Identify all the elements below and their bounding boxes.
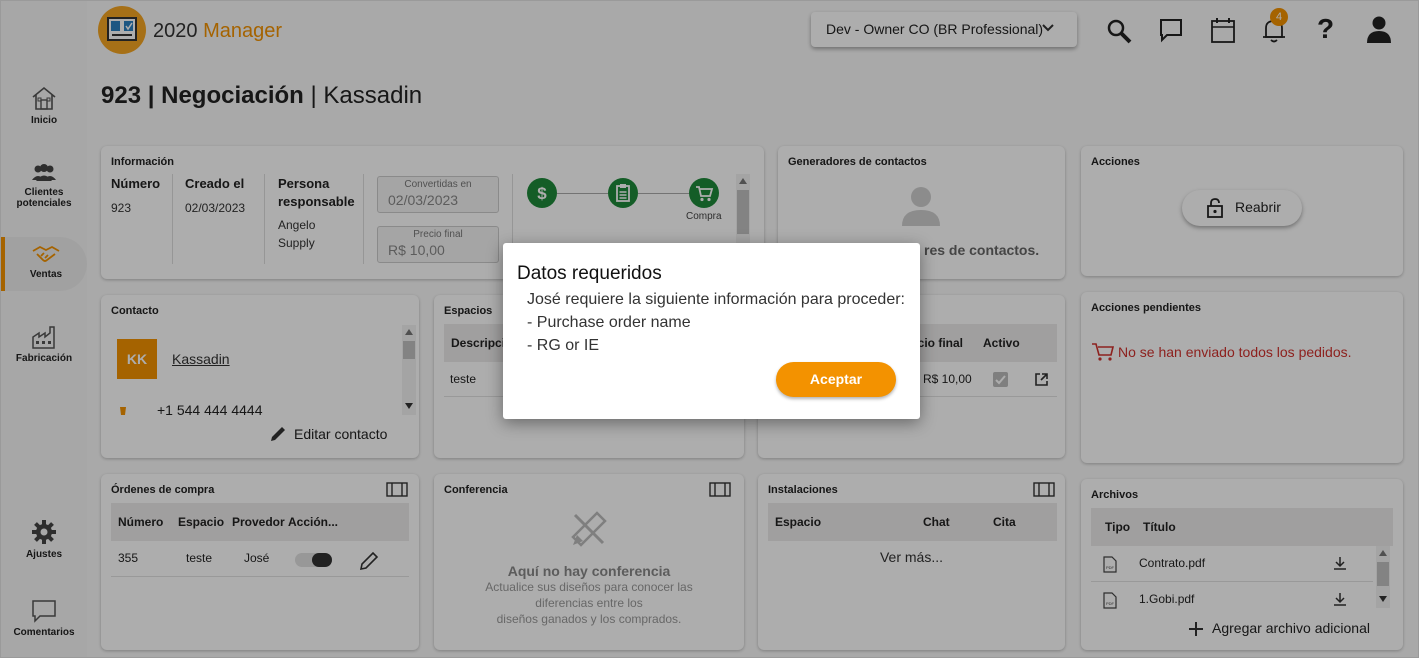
app-window: Inicio Clientes potenciales Ventas Fabri…: [0, 0, 1419, 658]
dialog-title: Datos requeridos: [517, 263, 662, 284]
dialog-requirement: - Purchase order name: [527, 314, 691, 331]
dialog-requirement: - RG or IE: [527, 337, 600, 354]
required-data-dialog: Datos requeridos José requiere la siguie…: [503, 243, 920, 419]
dialog-message: José requiere la siguiente información p…: [527, 291, 905, 308]
accept-button[interactable]: Aceptar: [776, 362, 896, 397]
